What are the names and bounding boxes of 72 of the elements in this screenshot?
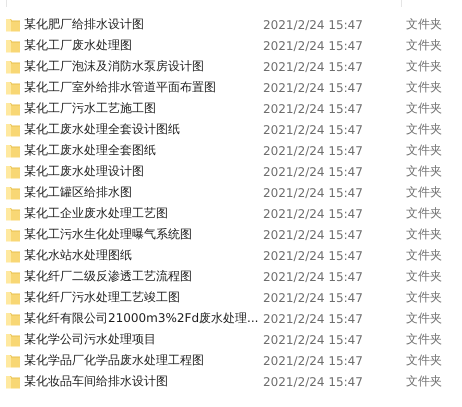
item-type: 文件夹: [406, 37, 442, 54]
item-type: 文件夹: [406, 184, 442, 201]
folder-name[interactable]: 某化纤厂二级反渗透工艺流程图: [24, 268, 263, 285]
folder-name[interactable]: 某化工厂室外给排水管道平面布置图: [24, 79, 263, 96]
modified-date: 2021/2/24 15:47: [263, 270, 364, 284]
modified-date: 2021/2/24 15:47: [263, 312, 364, 326]
folder-name[interactable]: 某化学品厂化学品废水处理工程图: [24, 352, 263, 369]
item-type: 文件夹: [406, 142, 442, 159]
folder-icon: [5, 16, 21, 32]
item-type: 文件夹: [406, 331, 442, 348]
folder-icon: [5, 38, 21, 54]
folder-name[interactable]: 某化工污水生化处理曝气系统图: [24, 226, 263, 243]
modified-date: 2021/2/24 15:47: [263, 60, 364, 74]
folder-icon: [5, 206, 21, 222]
folder-name[interactable]: 某化学公司污水处理项目: [24, 331, 263, 348]
modified-date: 2021/2/24 15:47: [263, 186, 364, 200]
item-type: 文件夹: [406, 121, 442, 138]
item-type: 文件夹: [406, 352, 442, 369]
folder-icon: [5, 226, 21, 242]
item-type: 文件夹: [406, 16, 442, 33]
folder-name[interactable]: 某化工废水处理全套设计图纸: [24, 121, 263, 138]
item-type: 文件夹: [406, 289, 442, 306]
folder-icon: [5, 332, 21, 348]
item-type: 文件夹: [406, 247, 442, 264]
modified-date: 2021/2/24 15:47: [263, 38, 364, 52]
item-type: 文件夹: [406, 226, 442, 243]
modified-date: 2021/2/24 15:47: [263, 144, 364, 158]
folder-name[interactable]: 某化工废水处理全套图纸: [24, 142, 263, 159]
modified-date: 2021/2/24 15:47: [263, 80, 364, 94]
item-type: 文件夹: [406, 310, 442, 327]
item-type: 文件夹: [406, 268, 442, 285]
folder-name[interactable]: 某化工厂污水工艺施工图: [24, 100, 263, 117]
folder-icon: [5, 352, 21, 368]
folder-icon: [5, 122, 21, 138]
folder-icon: [5, 268, 21, 284]
item-type: 文件夹: [406, 163, 442, 180]
folder-name[interactable]: 某化工厂废水处理图: [24, 37, 263, 54]
folder-icon: [5, 290, 21, 306]
modified-date: 2021/2/24 15:47: [263, 206, 364, 220]
folder-icon: [5, 58, 21, 74]
modified-date: 2021/2/24 15:47: [263, 290, 364, 304]
modified-date: 2021/2/24 15:47: [263, 18, 364, 32]
folder-name[interactable]: 某化工厂泡沫及消防水泵房设计图: [24, 58, 263, 75]
folder-name[interactable]: 某化水站水处理图纸: [24, 247, 263, 264]
item-type: 文件夹: [406, 373, 442, 390]
folder-icon: [5, 142, 21, 158]
folder-name[interactable]: 某化妆品车间给排水设计图: [24, 373, 263, 390]
item-type: 文件夹: [406, 100, 442, 117]
folder-icon: [5, 374, 21, 390]
folder-name[interactable]: 某化工企业废水处理工艺图: [24, 205, 263, 222]
modified-date: 2021/2/24 15:47: [263, 354, 364, 368]
folder-name[interactable]: 某化工废水处理设计图: [24, 163, 263, 180]
modified-date: 2021/2/24 15:47: [263, 374, 364, 388]
modified-date: 2021/2/24 15:47: [263, 228, 364, 242]
folder-icon: [5, 80, 21, 96]
item-type: 文件夹: [406, 58, 442, 75]
folder-icon: [5, 100, 21, 116]
folder-name[interactable]: 某化纤厂污水处理工艺竣工图: [24, 289, 263, 306]
modified-date: 2021/2/24 15:47: [263, 102, 364, 116]
modified-date: 2021/2/24 15:47: [263, 248, 364, 262]
item-type: 文件夹: [406, 79, 442, 96]
folder-icon: [5, 310, 21, 326]
item-type: 文件夹: [406, 205, 442, 222]
modified-date: 2021/2/24 15:47: [263, 332, 364, 346]
folder-icon: [5, 164, 21, 180]
folder-name[interactable]: 某化肥厂给排水设计图: [24, 16, 263, 33]
folder-icon: [5, 184, 21, 200]
folder-icon: [5, 248, 21, 264]
folder-name[interactable]: 某化工罐区给排水图: [24, 184, 263, 201]
modified-date: 2021/2/24 15:47: [263, 164, 364, 178]
folder-name[interactable]: 某化纤有限公司21000m3%2Fd废水处理...: [24, 310, 263, 327]
modified-date: 2021/2/24 15:47: [263, 122, 364, 136]
